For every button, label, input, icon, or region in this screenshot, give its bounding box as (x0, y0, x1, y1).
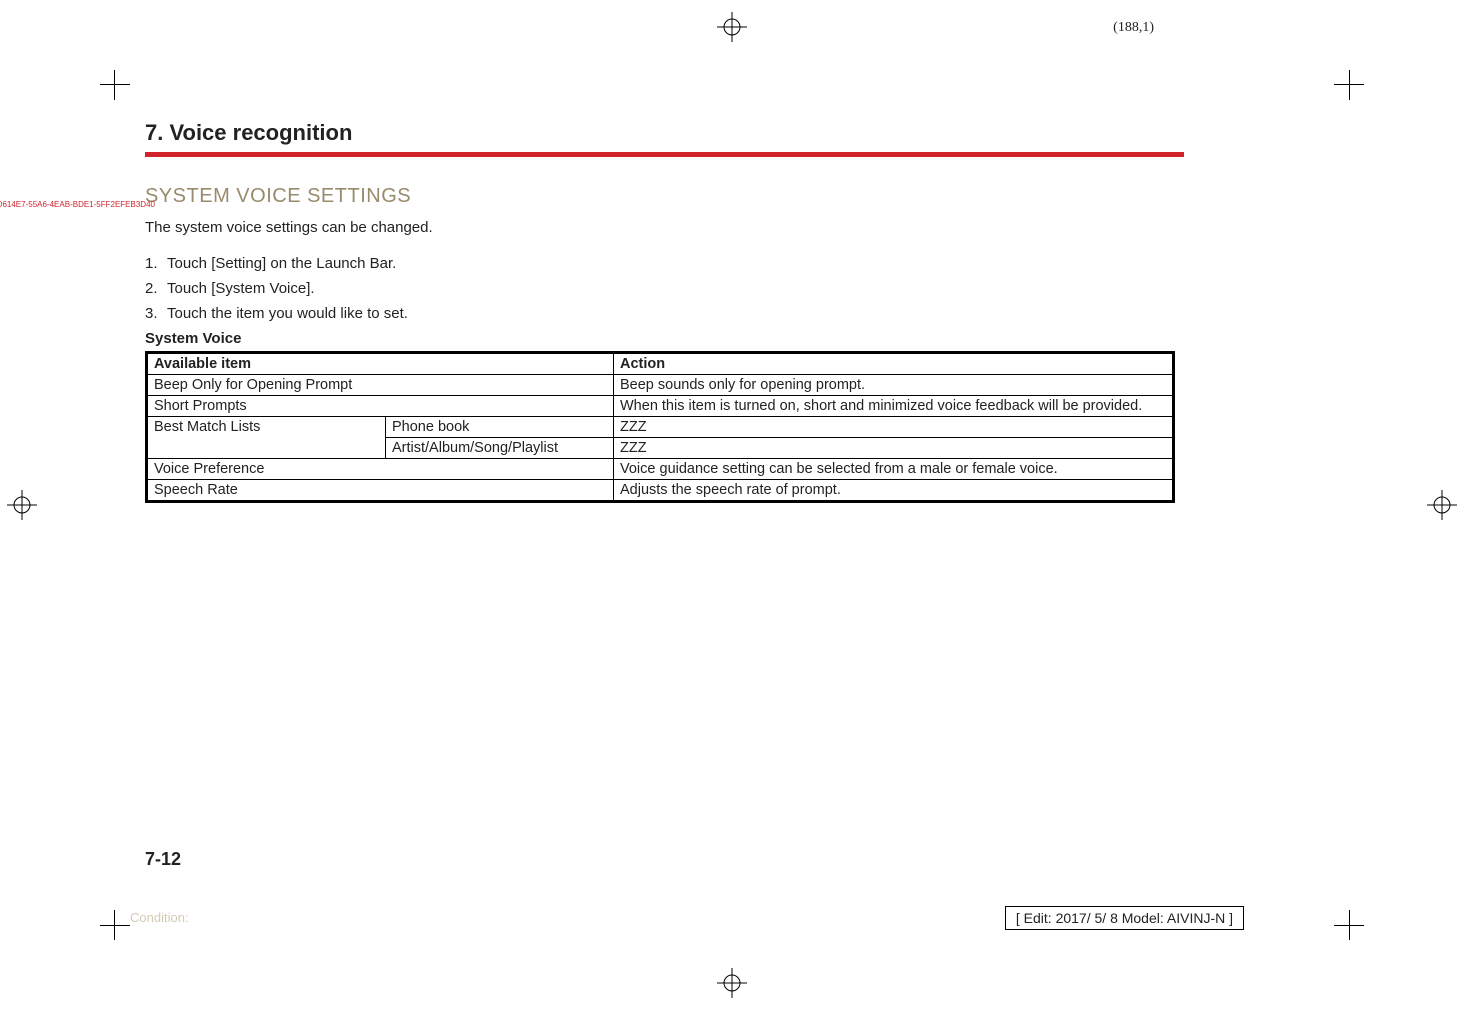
cell-item: Speech Rate (147, 479, 614, 501)
chapter-rule (145, 152, 1184, 157)
table-row: Best Match Lists Phone book ZZZ (147, 416, 1174, 437)
header-available-item: Available item (147, 352, 614, 374)
page-content: 7. Voice recognition SYSTEM VOICE SETTIN… (145, 120, 1184, 503)
table-title: System Voice (145, 330, 1184, 347)
section-title-wrap: SYSTEM VOICE SETTINGS AIVINJN1-67D614E7-… (145, 185, 1184, 217)
step-number: 2. (145, 280, 167, 297)
page-number: 7-12 (145, 849, 181, 870)
intro-text: The system voice settings can be changed… (145, 217, 455, 240)
condition-label: Condition: (130, 910, 189, 925)
header-action: Action (614, 352, 1174, 374)
table-header-row: Available item Action (147, 352, 1174, 374)
edit-info-box: [ Edit: 2017/ 5/ 8 Model: AIVINJ-N ] (1005, 906, 1244, 930)
step-text: Touch [Setting] on the Launch Bar. (167, 255, 396, 272)
table-row: Speech Rate Adjusts the speech rate of p… (147, 479, 1174, 501)
registration-mark-bottom (717, 968, 747, 998)
cell-action: Voice guidance setting can be selected f… (614, 458, 1174, 479)
step-text: Touch [System Voice]. (167, 280, 315, 297)
steps-list: 1.Touch [Setting] on the Launch Bar. 2.T… (145, 255, 1184, 322)
crop-mark-top-right (1334, 70, 1364, 100)
cell-action: ZZZ (614, 437, 1174, 458)
cell-item: Short Prompts (147, 395, 614, 416)
page-coordinate: (188,1) (1113, 20, 1154, 36)
cell-subitem: Artist/Album/Song/Playlist (386, 437, 614, 458)
cell-item: Voice Preference (147, 458, 614, 479)
cell-action: ZZZ (614, 416, 1174, 437)
cell-item: Beep Only for Opening Prompt (147, 374, 614, 395)
crop-mark-bottom-left (100, 910, 130, 940)
step-item: 2.Touch [System Voice]. (145, 280, 1184, 297)
system-voice-table: Available item Action Beep Only for Open… (145, 351, 1175, 503)
table-row: Beep Only for Opening Prompt Beep sounds… (147, 374, 1174, 395)
crop-mark-bottom-right (1334, 910, 1364, 940)
step-number: 3. (145, 305, 167, 322)
table-row: Short Prompts When this item is turned o… (147, 395, 1174, 416)
registration-mark-top (717, 12, 747, 42)
step-item: 1.Touch [Setting] on the Launch Bar. (145, 255, 1184, 272)
registration-mark-left (7, 490, 37, 520)
cell-action: Beep sounds only for opening prompt. (614, 374, 1174, 395)
step-item: 3.Touch the item you would like to set. (145, 305, 1184, 322)
step-number: 1. (145, 255, 167, 272)
cell-item: Best Match Lists (147, 416, 386, 458)
step-text: Touch the item you would like to set. (167, 305, 408, 322)
document-guid-watermark: AIVINJN1-67D614E7-55A6-4EAB-BDE1-5FF2EFE… (0, 200, 989, 209)
registration-mark-right (1427, 490, 1457, 520)
table-row: Voice Preference Voice guidance setting … (147, 458, 1174, 479)
cell-action: Adjusts the speech rate of prompt. (614, 479, 1174, 501)
cell-subitem: Phone book (386, 416, 614, 437)
cell-action: When this item is turned on, short and m… (614, 395, 1174, 416)
crop-mark-top-left (100, 70, 130, 100)
chapter-title: 7. Voice recognition (145, 120, 1184, 146)
